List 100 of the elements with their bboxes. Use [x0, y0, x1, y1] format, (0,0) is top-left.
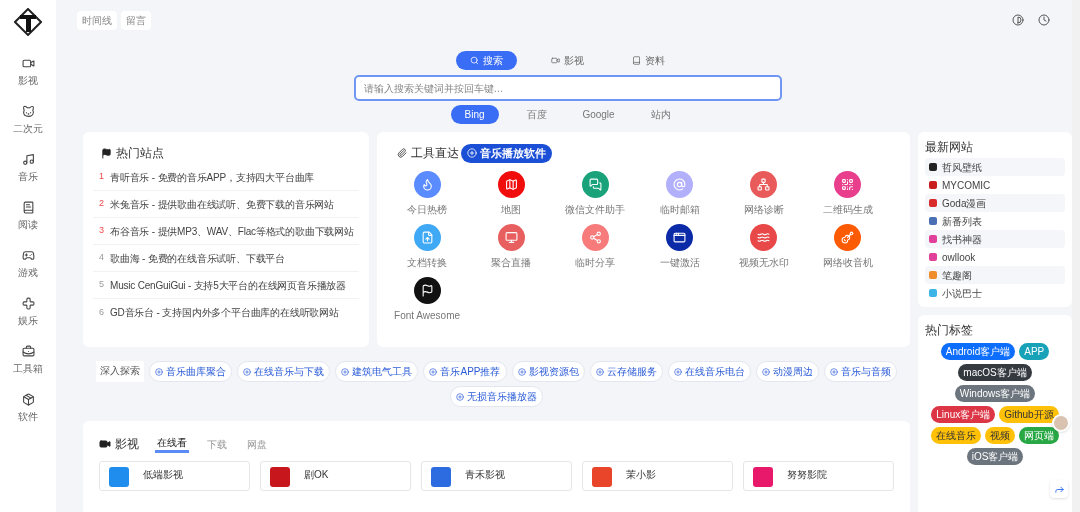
hot-site-item[interactable]: 4 歌曲海 - 免费的在线音乐试听、下载平台: [93, 245, 359, 272]
tool-item[interactable]: 一键激活: [637, 223, 722, 270]
tool-item[interactable]: 临时邮箱: [637, 170, 722, 217]
site-card[interactable]: 茉小影: [582, 461, 733, 491]
tool-item[interactable]: 视频无水印: [721, 223, 806, 270]
new-site-item[interactable]: 哲风壁纸: [925, 158, 1065, 176]
tool-item[interactable]: 今日热榜: [385, 170, 470, 217]
new-site-item[interactable]: 新番列表: [925, 212, 1065, 230]
sidebar-item[interactable]: 阅读: [18, 194, 38, 242]
explore-tag[interactable]: 影视资源包: [511, 361, 585, 382]
hot-site-item[interactable]: 5 Music CenGuiGui - 支持5大平台的在线网页音乐播放器: [93, 272, 359, 299]
tool-label: 临时分享: [575, 255, 616, 270]
tag-pill[interactable]: 视频: [985, 427, 1015, 444]
explore-tag[interactable]: 在线音乐电台: [667, 361, 751, 382]
hot-site-item[interactable]: 1 青听音乐 - 免费的音乐APP，支持四大平台曲库: [93, 164, 359, 191]
logo-icon[interactable]: [14, 8, 42, 36]
tool-item[interactable]: 网络收音机: [805, 223, 890, 270]
explore-tag[interactable]: 动漫周边: [755, 361, 819, 382]
plus-circle-icon: [155, 367, 164, 376]
explore-tag[interactable]: 无损音乐播放器: [450, 386, 543, 407]
explore-tag[interactable]: 音乐曲库聚合: [149, 361, 233, 382]
plus-circle-icon: [467, 148, 477, 159]
sidebar-item[interactable]: 影视: [18, 50, 38, 98]
sidebar-item[interactable]: 工具箱: [13, 338, 43, 386]
search-engine-tab[interactable]: Google: [574, 105, 623, 124]
site-name: 低端影视: [143, 468, 183, 482]
site-card[interactable]: 低端影视: [99, 461, 250, 491]
site-card[interactable]: 努努影院: [743, 461, 894, 491]
sidebar-item[interactable]: 游戏: [18, 242, 38, 290]
tool-item[interactable]: 地图: [469, 170, 554, 217]
card-title: 热门站点: [116, 145, 164, 162]
search-engine-tab[interactable]: 百度: [512, 105, 561, 124]
new-site-item[interactable]: Goda漫画: [925, 194, 1065, 212]
search-category-tab[interactable]: 影视: [537, 51, 598, 70]
new-site-item[interactable]: 笔趣阁: [925, 266, 1065, 284]
hot-site-item[interactable]: 3 布谷音乐 - 提供MP3、WAV、Flac等格式的歌曲下载网站: [93, 218, 359, 245]
sidebar-item[interactable]: 音乐: [18, 146, 38, 194]
plus-circle-icon: [595, 367, 604, 376]
explore-tag[interactable]: 音乐APP推荐: [423, 361, 507, 382]
top-link[interactable]: 时间线: [77, 10, 117, 30]
gamepad-icon: [21, 249, 35, 262]
theme-toggle-icon[interactable]: [1012, 14, 1024, 26]
new-site-item[interactable]: 小说巴士: [925, 284, 1065, 302]
share-button[interactable]: [1050, 480, 1068, 498]
toolbox-icon: [21, 345, 35, 358]
movie-tab[interactable]: 在线看: [155, 435, 189, 453]
search-engine-tab[interactable]: 站内: [636, 105, 685, 124]
search-category-tab[interactable]: 搜索: [456, 51, 517, 70]
tag-pill[interactable]: Android客户端: [940, 343, 1016, 360]
site-card[interactable]: 剧OK: [260, 461, 411, 491]
plus-circle-icon: [456, 392, 464, 401]
plus-circle-icon: [429, 367, 438, 376]
clock-icon[interactable]: [1038, 14, 1050, 26]
explore-label: 深入探索: [96, 361, 145, 382]
search-engine-tab[interactable]: Bing: [450, 105, 499, 124]
search-field[interactable]: 请输入搜索关键词并按回车键…: [353, 75, 782, 101]
plus-circle-icon: [243, 367, 252, 376]
tag-pill[interactable]: Linux客户端: [931, 406, 996, 423]
box-icon: [21, 393, 35, 406]
hot-site-item[interactable]: 2 米兔音乐 - 提供歌曲在线试听、免费下载的音乐网站: [93, 191, 359, 218]
plus-circle-icon: [517, 367, 526, 376]
tag-pill[interactable]: Windows客户端: [954, 385, 1036, 402]
search-icon: [470, 56, 479, 65]
tool-item[interactable]: 网络诊断: [721, 170, 806, 217]
plus-circle-icon: [829, 367, 838, 376]
tool-item[interactable]: 临时分享: [553, 223, 638, 270]
tool-item[interactable]: 微信文件助手: [553, 170, 638, 217]
explore-tag[interactable]: 建筑电气工具: [335, 361, 419, 382]
video-camera-icon: [99, 438, 111, 450]
explore-tag[interactable]: 在线音乐与下载: [237, 361, 331, 382]
sidebar-item[interactable]: 娱乐: [18, 290, 38, 338]
sidebar-item[interactable]: 二次元: [13, 98, 43, 146]
new-site-item[interactable]: MYCOMIC: [925, 176, 1065, 194]
tool-item[interactable]: Font Awesome: [385, 276, 470, 323]
tool-label: 文档转换: [407, 255, 448, 270]
tag-pill[interactable]: macOS客户端: [958, 364, 1032, 381]
video-camera-icon: [21, 57, 35, 70]
cat-icon: [21, 105, 35, 118]
rank-number: 2: [99, 197, 104, 211]
explore-tag[interactable]: 云存储服务: [589, 361, 663, 382]
tag-pill[interactable]: Github开源: [999, 406, 1059, 423]
sidebar-item[interactable]: 软件: [18, 386, 38, 434]
book-icon: [632, 56, 641, 65]
search-category-tab[interactable]: 资料: [618, 51, 679, 70]
tool-item[interactable]: 文档转换: [385, 223, 470, 270]
tag-pill[interactable]: iOS客户端: [966, 448, 1024, 465]
rank-number: 4: [99, 251, 104, 265]
new-site-item[interactable]: 找书神器: [925, 230, 1065, 248]
plus-circle-icon: [673, 367, 682, 376]
site-description: GD音乐台 - 支持国内外多个平台曲库的在线听歌网站: [110, 306, 339, 320]
explore-tag[interactable]: 音乐与音频: [823, 361, 897, 382]
hot-site-item[interactable]: 6 GD音乐台 - 支持国内外多个平台曲库的在线听歌网站: [93, 299, 359, 326]
tool-item[interactable]: 二维码生成: [805, 170, 890, 217]
top-link[interactable]: 留言: [121, 10, 151, 30]
tool-label: 聚合直播: [491, 255, 532, 270]
site-description: 青听音乐 - 免费的音乐APP，支持四大平台曲库: [110, 170, 315, 185]
site-card[interactable]: 青禾影视: [421, 461, 572, 491]
tag-pill[interactable]: 在线音乐: [931, 427, 981, 444]
tool-item[interactable]: 聚合直播: [469, 223, 554, 270]
new-site-item[interactable]: owllook: [925, 248, 1065, 266]
